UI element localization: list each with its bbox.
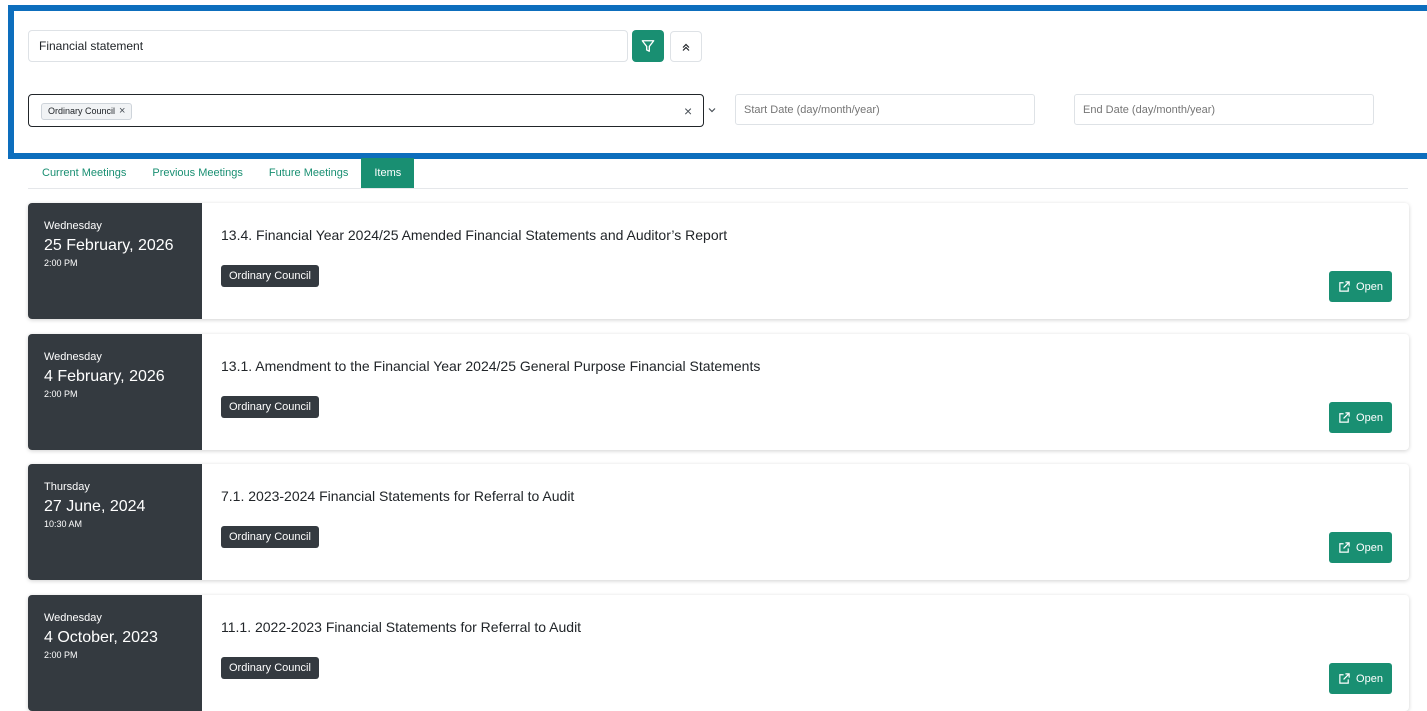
filter-panel — [8, 5, 1427, 159]
meeting-type-badge: Ordinary Council — [221, 396, 319, 418]
meeting-tabs: Current Meetings Previous Meetings Futur… — [28, 158, 1408, 189]
tab-future-meetings[interactable]: Future Meetings — [256, 158, 361, 188]
item-title: 13.1. Amendment to the Financial Year 20… — [221, 358, 761, 374]
item-card: Wednesday 4 October, 2023 2:00 PM 11.1. … — [28, 595, 1409, 711]
tab-items[interactable]: Items — [361, 158, 415, 188]
item-date: 27 June, 2024 — [44, 498, 146, 515]
open-label: Open — [1356, 280, 1383, 293]
collapse-filters-button[interactable] — [670, 31, 702, 62]
meeting-type-badge: Ordinary Council — [221, 526, 319, 548]
tab-current-meetings[interactable]: Current Meetings — [28, 158, 139, 188]
item-card: Wednesday 4 February, 2026 2:00 PM 13.1.… — [28, 334, 1409, 450]
open-label: Open — [1356, 541, 1383, 554]
end-date-input[interactable] — [1074, 94, 1374, 125]
tab-previous-meetings[interactable]: Previous Meetings — [139, 158, 256, 188]
item-title: 11.1. 2022-2023 Financial Statements for… — [221, 619, 582, 635]
external-link-icon — [1339, 673, 1350, 684]
meeting-type-select[interactable]: Ordinary Council × × — [28, 94, 716, 127]
item-card: Thursday 27 June, 2024 10:30 AM 7.1. 202… — [28, 464, 1409, 580]
open-button[interactable]: Open — [1329, 271, 1392, 302]
double-chevron-up-icon — [682, 43, 690, 51]
item-date-panel: Wednesday 4 February, 2026 2:00 PM — [28, 334, 202, 450]
item-title: 13.4. Financial Year 2024/25 Amended Fin… — [221, 227, 728, 243]
open-button[interactable]: Open — [1329, 663, 1392, 694]
item-title: 7.1. 2023-2024 Financial Statements for … — [221, 488, 575, 504]
item-time: 2:00 PM — [44, 258, 78, 268]
filter-button[interactable] — [632, 30, 664, 62]
chip-remove-icon[interactable]: × — [119, 104, 125, 119]
item-date-panel: Thursday 27 June, 2024 10:30 AM — [28, 464, 202, 580]
open-label: Open — [1356, 672, 1383, 685]
search-input[interactable] — [28, 30, 628, 62]
meeting-type-badge: Ordinary Council — [221, 657, 319, 679]
external-link-icon — [1339, 412, 1350, 423]
external-link-icon — [1339, 542, 1350, 553]
item-day: Wednesday — [44, 220, 102, 232]
item-day: Wednesday — [44, 612, 102, 624]
filter-icon — [641, 40, 655, 52]
item-date-panel: Wednesday 4 October, 2023 2:00 PM — [28, 595, 202, 711]
open-button[interactable]: Open — [1329, 532, 1392, 563]
chip-label: Ordinary Council — [48, 106, 116, 116]
meeting-type-badge: Ordinary Council — [221, 265, 319, 287]
close-icon[interactable]: × — [684, 103, 692, 119]
item-card: Wednesday 25 February, 2026 2:00 PM 13.4… — [28, 203, 1409, 319]
external-link-icon — [1339, 281, 1350, 292]
item-date-panel: Wednesday 25 February, 2026 2:00 PM — [28, 203, 202, 319]
item-time: 2:00 PM — [44, 389, 78, 399]
item-day: Thursday — [44, 481, 90, 493]
item-date: 4 February, 2026 — [44, 368, 165, 385]
start-date-input[interactable] — [735, 94, 1035, 125]
item-time: 10:30 AM — [44, 519, 83, 529]
item-time: 2:00 PM — [44, 650, 78, 660]
open-label: Open — [1356, 411, 1383, 424]
item-date: 25 February, 2026 — [44, 237, 174, 254]
item-day: Wednesday — [44, 351, 102, 363]
chevron-down-icon[interactable] — [707, 105, 717, 115]
item-date: 4 October, 2023 — [44, 629, 158, 646]
selected-type-chip: Ordinary Council × — [41, 103, 133, 120]
open-button[interactable]: Open — [1329, 402, 1392, 433]
